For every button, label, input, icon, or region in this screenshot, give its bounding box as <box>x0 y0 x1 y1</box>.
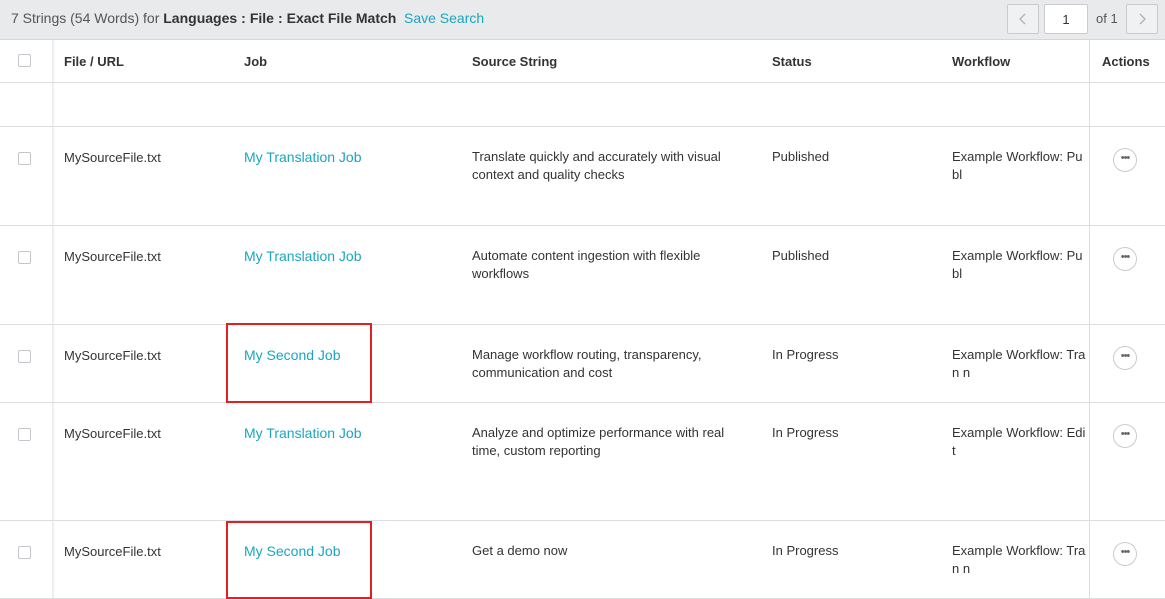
results-summary: 7 Strings (54 Words) for Languages: File:… <box>11 10 396 26</box>
table-row[interactable]: MySourceFile.txt My Translation Job Tran… <box>0 127 1165 226</box>
job-link[interactable]: My Translation Job <box>244 424 362 442</box>
previous-page-button[interactable] <box>1007 4 1039 34</box>
table-row[interactable]: MySourceFile.txt My Second Job Get a dem… <box>0 521 1165 599</box>
workflow-text: Example Workflow: Tran n <box>952 347 1086 380</box>
row-checkbox[interactable] <box>18 350 31 363</box>
row-actions-button[interactable]: ••• <box>1113 542 1137 566</box>
workflow-text: Example Workflow: Tran n <box>952 543 1086 576</box>
file-name: MySourceFile.txt <box>64 150 161 165</box>
summary-count: 7 Strings (54 Words) <box>11 10 140 26</box>
source-string: Get a demo now <box>472 543 568 558</box>
row-actions-button[interactable]: ••• <box>1113 148 1137 172</box>
empty-row <box>0 83 1165 127</box>
page-number-input[interactable] <box>1044 4 1088 34</box>
chevron-right-icon <box>1139 13 1146 25</box>
highlight-box <box>226 521 372 599</box>
job-link[interactable]: My Translation Job <box>244 247 362 265</box>
filter-separator: : <box>241 10 246 26</box>
strings-table: File / URL Job Source String Status Work… <box>0 40 1165 599</box>
highlight-box <box>226 323 372 403</box>
next-page-button[interactable] <box>1126 4 1158 34</box>
file-name: MySourceFile.txt <box>64 348 161 363</box>
source-string: Manage workflow routing, transparency, c… <box>472 347 702 380</box>
source-string: Translate quickly and accurately with vi… <box>472 149 721 182</box>
header-status[interactable]: Status <box>772 54 812 69</box>
row-checkbox[interactable] <box>18 546 31 559</box>
workflow-text: Example Workflow: Publ <box>952 149 1083 182</box>
ellipsis-icon: ••• <box>1120 251 1131 263</box>
status-text: In Progress <box>772 425 839 440</box>
header-actions: Actions <box>1102 54 1150 69</box>
ellipsis-icon: ••• <box>1120 350 1131 362</box>
row-checkbox[interactable] <box>18 251 31 264</box>
table-row[interactable]: MySourceFile.txt My Translation Job Auto… <box>0 226 1165 325</box>
header-workflow[interactable]: Workflow <box>952 54 1010 69</box>
save-search-link[interactable]: Save Search <box>404 10 484 26</box>
ellipsis-icon: ••• <box>1120 546 1131 558</box>
row-actions-button[interactable]: ••• <box>1113 346 1137 370</box>
ellipsis-icon: ••• <box>1120 428 1131 440</box>
filter-key: Languages <box>163 10 238 26</box>
job-link[interactable]: My Translation Job <box>244 148 362 166</box>
source-string: Automate content ingestion with flexible… <box>472 248 701 281</box>
workflow-text: Example Workflow: Edit <box>952 425 1086 458</box>
filter-separator: : <box>277 10 283 26</box>
status-text: In Progress <box>772 543 839 558</box>
select-all-checkbox[interactable] <box>18 54 31 67</box>
page-total: of 1 <box>1096 11 1118 26</box>
filter-file: File <box>249 10 274 26</box>
row-checkbox[interactable] <box>18 152 31 165</box>
table-row[interactable]: MySourceFile.txt My Translation Job Anal… <box>0 403 1165 521</box>
status-text: Published <box>772 248 830 263</box>
header-file[interactable]: File / URL <box>64 54 124 69</box>
header-job[interactable]: Job <box>244 54 267 69</box>
chevron-left-icon <box>1019 13 1026 25</box>
row-actions-button[interactable]: ••• <box>1113 247 1137 271</box>
row-actions-button[interactable]: ••• <box>1113 424 1137 448</box>
file-name: MySourceFile.txt <box>64 249 161 264</box>
row-checkbox[interactable] <box>18 428 31 441</box>
status-text: In Progress <box>772 347 839 362</box>
status-text: Published <box>772 149 830 164</box>
table-header: File / URL Job Source String Status Work… <box>0 40 1165 83</box>
ellipsis-icon: ••• <box>1120 152 1131 164</box>
header-source-string[interactable]: Source String <box>472 54 557 69</box>
summary-for: for <box>143 10 160 26</box>
source-string: Analyze and optimize performance with re… <box>472 425 725 458</box>
table-row[interactable]: MySourceFile.txt My Second Job Manage wo… <box>0 325 1165 403</box>
workflow-text: Example Workflow: Publ <box>952 248 1083 281</box>
filter-value: Exact File Match <box>286 10 397 26</box>
file-name: MySourceFile.txt <box>64 544 161 559</box>
toolbar: 7 Strings (54 Words) for Languages: File:… <box>0 0 1165 40</box>
file-name: MySourceFile.txt <box>64 426 161 441</box>
